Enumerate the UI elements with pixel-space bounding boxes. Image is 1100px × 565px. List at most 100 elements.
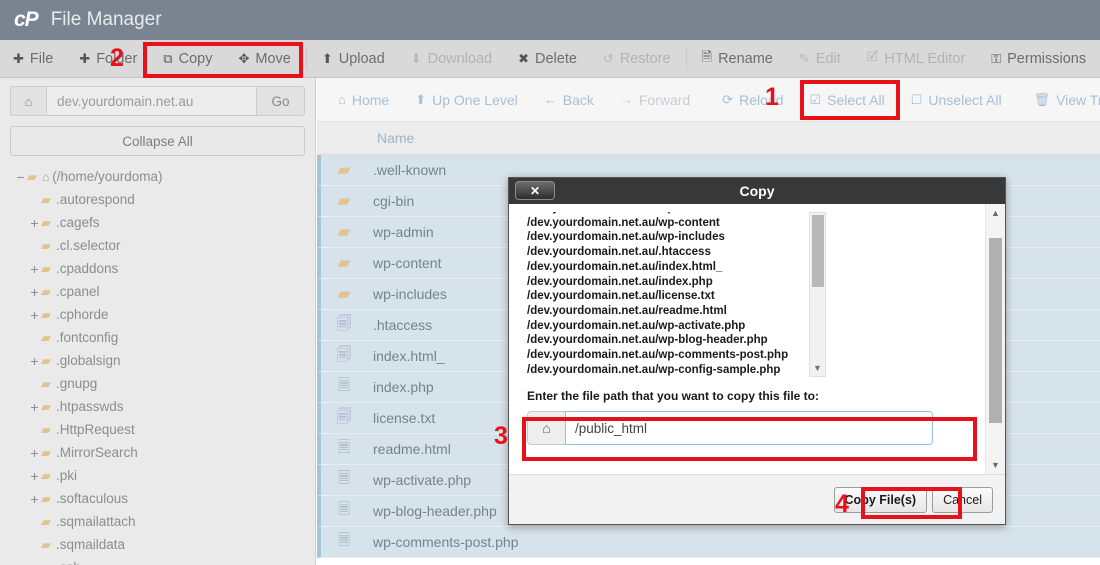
upload-icon: ⬆ xyxy=(321,50,333,66)
tree-node[interactable]: + ▰ .htpasswds xyxy=(14,395,315,418)
source-path-item[interactable]: /dev.yourdomain.net.au/license.txt xyxy=(527,289,788,304)
toolbar-move-button[interactable]: ✥ Move xyxy=(225,40,303,77)
tree-node[interactable]: + ▰ .globalsign xyxy=(14,349,315,372)
tree-node[interactable]: ▰ .cl.selector xyxy=(14,234,315,257)
chevron-down-icon[interactable]: ▼ xyxy=(810,361,825,375)
tree-node-label: .MirrorSearch xyxy=(56,445,138,460)
source-path-item[interactable]: /dev.yourdomain.net.au/index.php xyxy=(527,275,788,290)
chevron-up-icon[interactable]: ▲ xyxy=(986,205,1005,221)
tree-node[interactable]: + ▰ .cagefs xyxy=(14,211,315,234)
collapse-icon[interactable]: − xyxy=(14,169,27,185)
toolbar-item-label: Folder xyxy=(96,50,138,67)
dialog-scrollbar-thumb[interactable] xyxy=(989,238,1002,423)
tree-node-label: .htpasswds xyxy=(56,399,124,414)
close-icon[interactable]: ✕ xyxy=(515,181,555,200)
main-toolbar: ✚ File ✚ Folder ⧉ Copy ✥ Move ⬆ Upload ⬇ Download ✖ D… xyxy=(0,40,1100,78)
tree-node[interactable]: ▰ .sqmaildata xyxy=(14,533,315,556)
tree-node[interactable]: + ▰ .cpanel xyxy=(14,280,315,303)
home-icon: ⌂ xyxy=(338,92,346,107)
forward-arrow-icon: → xyxy=(619,92,633,107)
tree-node[interactable]: ▰ .fontconfig xyxy=(14,326,315,349)
expand-icon[interactable]: + xyxy=(28,261,41,277)
tree-node[interactable]: ▰ .ssh xyxy=(14,556,315,565)
listbox-scrollbar-thumb[interactable] xyxy=(812,215,824,287)
toolbar-permissions-button[interactable]: ⚿ Permissions xyxy=(978,40,1099,77)
nav-select-all-button[interactable]: ☑ Select All xyxy=(797,92,898,108)
expand-icon[interactable]: + xyxy=(28,215,41,231)
source-path-item[interactable]: /dev.yourdomain.net.au/wp-content xyxy=(527,216,788,231)
source-path-item[interactable]: /dev.yourdomain.net.au/index.html_ xyxy=(527,260,788,275)
copy-dialog: ✕ Copy /dev.yourdomain.net.au/wp-admin/d… xyxy=(508,177,1006,525)
cancel-button[interactable]: Cancel xyxy=(932,486,993,513)
toolbar-upload-button[interactable]: ⬆ Upload xyxy=(309,40,398,77)
expand-icon[interactable]: + xyxy=(28,284,41,300)
tree-node-label: .pki xyxy=(56,468,78,483)
source-path-item[interactable]: /dev.yourdomain.net.au/wp-activate.php xyxy=(527,319,788,334)
toolbar-item-label: Download xyxy=(427,50,493,67)
nav-item-label: Select All xyxy=(827,91,885,108)
expand-icon[interactable]: + xyxy=(28,445,41,461)
nav-view-trash-button[interactable]: 🗑 View Trash xyxy=(1021,92,1100,108)
source-path-item[interactable]: /dev.yourdomain.net.au/wp-blog-header.ph… xyxy=(527,333,788,348)
source-path-item[interactable]: /dev.yourdomain.net.au/wp-config-sample.… xyxy=(527,363,788,377)
go-button[interactable]: Go xyxy=(257,86,305,116)
expand-icon[interactable]: + xyxy=(28,468,41,484)
tree-node[interactable]: ▰ .autorespond xyxy=(14,188,315,211)
source-paths-listbox[interactable]: /dev.yourdomain.net.au/wp-admin/dev.your… xyxy=(527,212,822,377)
toolbar-delete-button[interactable]: ✖ Delete xyxy=(505,40,590,77)
tree-node[interactable]: + ▰ .cphorde xyxy=(14,303,315,326)
folder-icon: ▰ xyxy=(27,168,37,184)
toolbar-item-label: Copy xyxy=(178,50,213,67)
tree-node[interactable]: ▰ .sqmailattach xyxy=(14,510,315,533)
tree-node[interactable]: ▰ .HttpRequest xyxy=(14,418,315,441)
path-prompt-label: Enter the file path that you want to cop… xyxy=(527,389,820,403)
location-input[interactable] xyxy=(46,86,257,116)
close-x-icon: ✖ xyxy=(518,50,529,66)
toolbar-copy-button[interactable]: ⧉ Copy xyxy=(150,40,225,77)
tree-node[interactable]: − ▰ ⌂ (/home/yourdoma) xyxy=(14,165,315,188)
folder-icon: ▰ xyxy=(41,490,51,506)
code-file-icon: 🗏 xyxy=(337,469,351,487)
dialog-scrollbar[interactable]: ▲ ▼ xyxy=(985,204,1005,474)
nav-item-label: Home xyxy=(351,91,390,108)
expand-icon[interactable]: + xyxy=(28,307,41,323)
toolbar-folder-button[interactable]: ✚ Folder xyxy=(66,40,150,77)
expand-icon[interactable]: + xyxy=(28,353,41,369)
table-row[interactable]: 🗏 wp-comments-post.php xyxy=(317,527,1100,558)
nav-unselect-all-button[interactable]: ☐ Unselect All xyxy=(898,92,1015,108)
source-path-item[interactable]: /dev.yourdomain.net.au/wp-includes xyxy=(527,230,788,245)
tree-node[interactable]: + ▰ .MirrorSearch xyxy=(14,441,315,464)
source-path-item[interactable]: /dev.yourdomain.net.au/readme.html xyxy=(527,304,788,319)
destination-path-input[interactable] xyxy=(565,411,933,445)
nav-back-button[interactable]: ← Back xyxy=(531,92,607,108)
chevron-down-icon[interactable]: ▼ xyxy=(986,457,1005,473)
nav-reload-button[interactable]: ⟳ Reload xyxy=(709,92,796,108)
file-name: .well-known xyxy=(373,162,447,178)
column-header-name[interactable]: Name xyxy=(377,130,414,146)
collapse-all-button[interactable]: Collapse All xyxy=(10,126,305,156)
nav-item-label: Reload xyxy=(739,91,784,108)
folder-icon: ▰ xyxy=(41,560,51,565)
tree-node[interactable]: + ▰ .pki xyxy=(14,464,315,487)
code-file-icon: 🗏 xyxy=(337,500,351,518)
nav-home-button[interactable]: ⌂ Home xyxy=(325,92,402,108)
tree-node-label: .HttpRequest xyxy=(56,422,135,437)
expand-icon[interactable]: + xyxy=(28,491,41,507)
code-file-icon: 🗏 xyxy=(337,376,351,394)
file-name: wp-comments-post.php xyxy=(373,534,519,550)
tree-node[interactable]: + ▰ .softaculous xyxy=(14,487,315,510)
nav-up-one-level-button[interactable]: ⬆ Up One Level xyxy=(402,92,531,108)
tree-node[interactable]: + ▰ .cpaddons xyxy=(14,257,315,280)
tree-node[interactable]: ▰ .gnupg xyxy=(14,372,315,395)
source-path-item[interactable]: /dev.yourdomain.net.au/.htaccess xyxy=(527,245,788,260)
source-path-item[interactable]: /dev.yourdomain.net.au/wp-comments-post.… xyxy=(527,348,788,363)
navigation-bar: ⌂ Home ⬆ Up One Level ← Back → Forward ⟳ Reload ☑ S… xyxy=(317,78,1100,122)
copy-files-button[interactable]: Copy File(s) xyxy=(833,486,928,513)
toolbar-file-button[interactable]: ✚ File xyxy=(0,40,66,77)
listbox-scrollbar[interactable]: ▼ xyxy=(809,212,826,377)
folder-icon: ▰ xyxy=(41,329,51,345)
toolbar-rename-button[interactable]: 🗎 Rename xyxy=(689,40,786,77)
document-file-icon: 🗐 xyxy=(336,345,352,363)
toolbar-item-label: Move xyxy=(255,50,291,67)
expand-icon[interactable]: + xyxy=(28,399,41,415)
